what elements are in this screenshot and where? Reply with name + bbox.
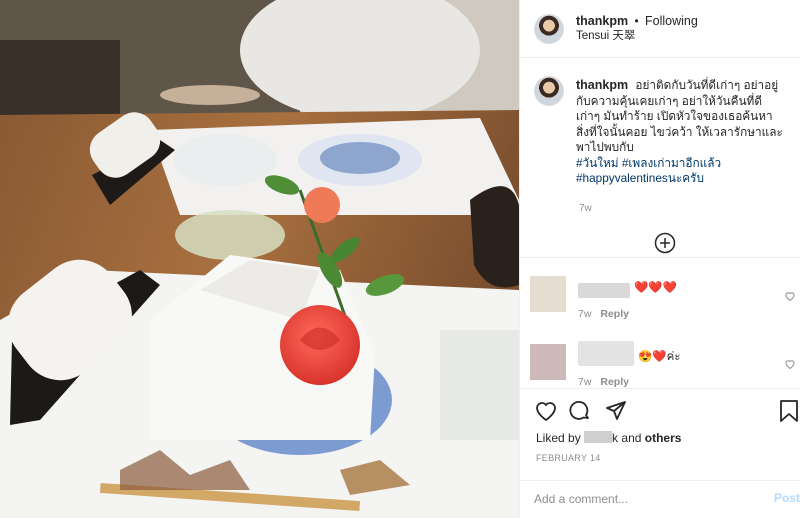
reply-button[interactable]: Reply: [600, 376, 629, 388]
liked-by-label: Liked by: [536, 431, 581, 445]
liker-username-suffix[interactable]: k: [612, 431, 618, 445]
post-comment-button[interactable]: Post: [774, 491, 800, 505]
heart-icon[interactable]: [534, 399, 558, 423]
liker-username[interactable]: [584, 431, 613, 443]
comment-input[interactable]: [534, 489, 764, 509]
action-icons: [534, 399, 798, 425]
comment-time[interactable]: 7w: [578, 376, 591, 388]
caption-section: thankpm อย่าติดกับวันที่ดีเก่าๆ อย่าอยู่…: [520, 58, 800, 258]
post-location[interactable]: Tensui 天翠: [576, 29, 698, 44]
post-photo[interactable]: [0, 0, 519, 518]
others-link[interactable]: others: [645, 431, 682, 445]
add-comment-bar: Post: [520, 480, 800, 518]
comment-like-heart-icon[interactable]: [784, 358, 796, 370]
share-icon[interactable]: [604, 399, 628, 423]
likes-summary: Liked by k and others: [536, 431, 681, 445]
reply-button[interactable]: Reply: [600, 308, 629, 320]
following-status[interactable]: Following: [645, 14, 698, 28]
bookmark-icon[interactable]: [778, 399, 800, 423]
caption-row: thankpm อย่าติดกับวันที่ดีเก่าๆ อย่าอยู่…: [534, 76, 786, 187]
plus-circle-icon: [654, 232, 676, 254]
post-photo-image: [0, 0, 519, 518]
commenter-username[interactable]: [578, 283, 630, 298]
post-date[interactable]: FEBRUARY 14: [536, 453, 601, 463]
post-side-panel: thankpm • Following Tensui 天翠 thankpm อย…: [519, 0, 800, 518]
caption-avatar[interactable]: [534, 76, 564, 106]
caption-time[interactable]: 7w: [579, 203, 786, 214]
comment-item: 😍❤️ค่ะ 7w Reply: [530, 341, 796, 388]
caption-text: thankpm อย่าติดกับวันที่ดีเก่าๆ อย่าอยู่…: [576, 78, 786, 187]
commenter-avatar[interactable]: [530, 276, 566, 312]
comment-meta: 7w Reply: [578, 308, 629, 320]
and-label: and: [621, 431, 642, 445]
comment-text: 😍❤️ค่ะ: [638, 351, 681, 363]
hashtag-link[interactable]: #วันใหม่: [576, 156, 619, 170]
caption-username[interactable]: thankpm: [576, 78, 628, 92]
load-more-comments-button[interactable]: [654, 232, 676, 257]
author-username[interactable]: thankpm: [576, 14, 628, 28]
commenter-username[interactable]: [578, 341, 634, 366]
separator-dot: •: [634, 13, 639, 28]
hashtag-link[interactable]: #เพลงเก่ามาอีกแล้ว: [622, 156, 721, 170]
hashtag-link[interactable]: #happyvalentinesนะครับ: [576, 171, 704, 185]
comment-like-heart-icon[interactable]: [784, 290, 796, 302]
comment-time[interactable]: 7w: [578, 308, 591, 320]
commenter-avatar[interactable]: [530, 344, 566, 380]
comment-item: ❤️❤️❤️ 7w Reply: [530, 276, 796, 320]
author-meta: thankpm • Following Tensui 天翠: [576, 14, 698, 44]
comment-text: ❤️❤️❤️: [634, 282, 677, 294]
post-header: thankpm • Following Tensui 天翠: [520, 0, 800, 58]
comment-meta: 7w Reply: [578, 376, 629, 388]
post-actions: Liked by k and others FEBRUARY 14: [520, 388, 800, 480]
author-avatar[interactable]: [534, 13, 564, 44]
comment-icon[interactable]: [568, 399, 592, 423]
